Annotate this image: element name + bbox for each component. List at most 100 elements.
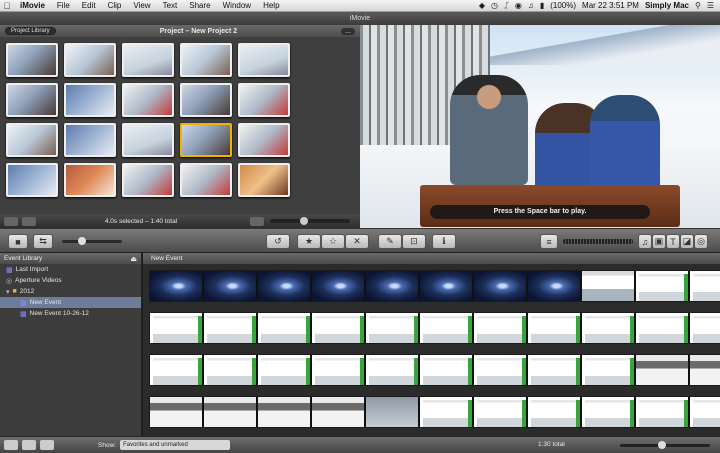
project-clip[interactable]: [238, 123, 290, 157]
wifi-icon[interactable]: ◉: [515, 1, 522, 10]
clip-frame: [474, 397, 526, 427]
project-clip[interactable]: [6, 123, 58, 157]
user-name[interactable]: Simply Mac: [645, 1, 689, 10]
music-browser-icon[interactable]: ♫: [638, 234, 652, 249]
event-item-last-import[interactable]: ▩ Last Import: [0, 264, 141, 275]
event-item-label: New Event 10-26-12: [29, 310, 89, 317]
project-zoom-slider[interactable]: [270, 217, 350, 225]
transition-browser-icon[interactable]: ◪: [680, 234, 694, 249]
clip-frame: [474, 313, 526, 343]
project-clip[interactable]: [6, 83, 58, 117]
event-folder-2012[interactable]: ▾ ■ 2012: [0, 286, 141, 297]
preview-person-hat: [450, 75, 528, 185]
spotlight-icon[interactable]: ⚲: [695, 1, 701, 10]
project-clip[interactable]: [180, 83, 232, 117]
project-clip[interactable]: [122, 43, 174, 77]
disclosure-triangle-icon[interactable]: ▾: [6, 288, 10, 296]
volume-icon[interactable]: ♫: [528, 1, 534, 10]
clip-frame: [366, 355, 418, 385]
grid-view-icon[interactable]: [250, 216, 264, 226]
play-event-icon[interactable]: [22, 440, 36, 450]
project-clip[interactable]: [122, 83, 174, 117]
clock[interactable]: Mar 22 3:51 PM: [582, 1, 639, 10]
project-clip[interactable]: [180, 163, 232, 197]
event-item-new-event[interactable]: ▩ New Event: [0, 297, 141, 308]
clip-filmstrip[interactable]: [149, 354, 720, 386]
clip-frame: [582, 355, 634, 385]
project-clip[interactable]: [180, 43, 232, 77]
filmstrip-length-slider[interactable]: [620, 441, 710, 449]
battery-icon[interactable]: ▮: [540, 1, 544, 10]
play-project-icon[interactable]: [22, 216, 36, 226]
clip-filmstrip[interactable]: [149, 270, 720, 302]
project-clip[interactable]: [64, 43, 116, 77]
film-icon: ▩: [20, 299, 27, 307]
event-list-toggle[interactable]: [4, 440, 18, 450]
project-more-button[interactable]: ...: [341, 27, 355, 35]
clip-frame: [204, 355, 256, 385]
favorite-star-icon[interactable]: ★: [297, 234, 321, 249]
zoom-slider[interactable]: [62, 237, 122, 245]
project-list-toggle[interactable]: [4, 216, 18, 226]
filmstrip-slider-knob[interactable]: [658, 441, 666, 449]
fullscreen-icon[interactable]: [40, 440, 54, 450]
crop-icon[interactable]: ⊡: [402, 234, 426, 249]
clip-frame: [204, 271, 256, 301]
aperture-icon: ◎: [6, 277, 13, 285]
eject-icon[interactable]: ⏏: [130, 255, 137, 263]
project-clip[interactable]: [64, 163, 116, 197]
menu-share[interactable]: Share: [183, 1, 216, 10]
reject-x-icon[interactable]: ✕: [345, 234, 369, 249]
menu-edit[interactable]: Edit: [76, 1, 102, 10]
audio-toggle-button[interactable]: ≡: [540, 234, 558, 249]
project-clip[interactable]: [238, 43, 290, 77]
project-clip[interactable]: [238, 163, 290, 197]
event-item-new-event-10-26-12[interactable]: ▩ New Event 10-26-12: [0, 308, 141, 319]
project-clip[interactable]: [6, 163, 58, 197]
slider-knob[interactable]: [300, 217, 308, 225]
event-item-label: New Event: [29, 299, 62, 306]
project-clip-selected[interactable]: [180, 123, 232, 157]
menu-view[interactable]: View: [127, 1, 156, 10]
menu-text[interactable]: Text: [157, 1, 184, 10]
swap-events-projects-button[interactable]: ⇆: [33, 234, 53, 249]
clip-filmstrip[interactable]: [149, 312, 720, 344]
clip-frame: [420, 355, 472, 385]
menu-help[interactable]: Help: [257, 1, 285, 10]
unmark-star-icon[interactable]: ☆: [321, 234, 345, 249]
clip-filmstrip[interactable]: [149, 396, 720, 428]
tools-icon[interactable]: ✎: [378, 234, 402, 249]
time-machine-icon[interactable]: ◷: [491, 1, 498, 10]
clip-frame: [312, 313, 364, 343]
bluetooth-icon[interactable]: ᛢ: [504, 1, 509, 10]
camera-import-button[interactable]: ■: [8, 234, 28, 249]
zoom-slider-knob[interactable]: [78, 237, 86, 245]
project-clip[interactable]: [238, 83, 290, 117]
project-clip[interactable]: [122, 163, 174, 197]
map-browser-icon[interactable]: ◎: [694, 234, 708, 249]
battery-percent[interactable]: (100%): [550, 1, 576, 10]
dropbox-icon[interactable]: ◆: [479, 1, 485, 10]
apple-icon[interactable]: : [0, 1, 14, 11]
title-browser-icon[interactable]: T: [666, 234, 680, 249]
menu-window[interactable]: Window: [217, 1, 257, 10]
project-clip[interactable]: [6, 43, 58, 77]
menu-file[interactable]: File: [51, 1, 76, 10]
selection-info: 4.0s selected – 1:40 total: [104, 217, 178, 225]
project-clip[interactable]: [122, 123, 174, 157]
preview-viewer[interactable]: Press the Space bar to play.: [360, 25, 720, 228]
photo-browser-icon[interactable]: ▣: [652, 234, 666, 249]
clip-frame: [528, 271, 580, 301]
notification-icon[interactable]: ☰: [707, 1, 714, 10]
menu-imovie[interactable]: iMovie: [14, 1, 51, 10]
show-filter-select[interactable]: Favorites and unmarked: [120, 440, 231, 450]
clip-frame: [528, 355, 580, 385]
clip-frame: [150, 397, 202, 427]
menu-clip[interactable]: Clip: [102, 1, 128, 10]
info-icon[interactable]: ℹ: [432, 234, 456, 249]
project-library-button[interactable]: Project Library: [5, 27, 56, 35]
undo-icon[interactable]: ↺: [266, 234, 290, 249]
project-clip[interactable]: [64, 123, 116, 157]
event-item-aperture[interactable]: ◎ Aperture Videos: [0, 275, 141, 286]
project-clip[interactable]: [64, 83, 116, 117]
